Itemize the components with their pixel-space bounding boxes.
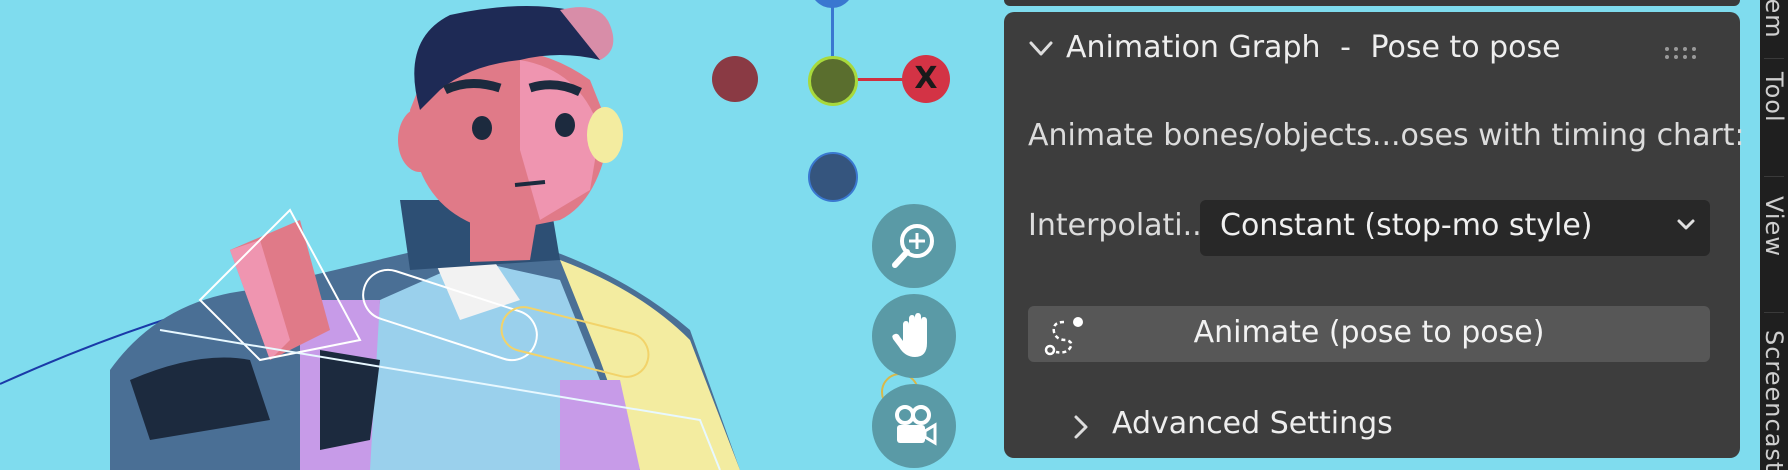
advanced-settings-toggle[interactable]: Advanced Settings — [1072, 400, 1472, 450]
previous-panel-edge — [1004, 0, 1740, 6]
tab-view-label: View — [1760, 196, 1788, 257]
animate-button-label: Animate (pose to pose) — [1193, 315, 1545, 350]
z-axis-line — [831, 0, 834, 62]
tab-tool-label: Tool — [1760, 72, 1788, 123]
interpolation-label: Interpolati... — [1028, 208, 1212, 243]
tab-divider — [1764, 58, 1784, 59]
panel-gap — [1740, 0, 1760, 470]
y-axis-ball[interactable] — [808, 56, 858, 106]
interpolation-dropdown[interactable]: Constant (stop-mo style) — [1200, 200, 1710, 256]
camera-button[interactable] — [872, 384, 956, 468]
tab-divider — [1764, 312, 1784, 313]
camera-icon — [895, 405, 937, 446]
advanced-settings-label: Advanced Settings — [1112, 406, 1393, 441]
tab-tool[interactable]: Tool — [1760, 72, 1788, 162]
chevron-down-icon — [1677, 219, 1695, 230]
3d-viewport[interactable]: X — [0, 0, 1000, 470]
z-neg-axis-ball[interactable] — [808, 152, 858, 202]
panel-title: Animation Graph - Pose to pose — [1066, 30, 1561, 65]
zoom-icon — [892, 224, 934, 268]
x-axis-label: X — [914, 61, 938, 96]
drag-handle-icon[interactable] — [1664, 46, 1700, 60]
tab-screencast[interactable]: Screencast — [1760, 330, 1788, 470]
tab-item-label: Item — [1760, 0, 1788, 39]
pan-button[interactable] — [872, 294, 956, 378]
animation-graph-panel: Animation Graph - Pose to pose Animate b… — [1004, 12, 1745, 458]
panel-title-separator: - — [1340, 30, 1351, 65]
tab-divider — [1764, 176, 1784, 177]
panel-header[interactable]: Animation Graph - Pose to pose — [1004, 12, 1740, 86]
tab-view[interactable]: View — [1760, 196, 1788, 292]
animate-pose-to-pose-button[interactable]: Animate (pose to pose) — [1028, 306, 1710, 362]
panel-description: Animate bones/objects...oses with timing… — [1028, 118, 1745, 153]
sidebar-tabs: Item Tool View Screencast — [1760, 0, 1788, 470]
x-axis-line — [855, 78, 907, 81]
chevron-down-icon[interactable] — [1028, 40, 1054, 58]
x-neg-axis-ball[interactable] — [712, 56, 758, 102]
tab-screencast-label: Screencast — [1760, 330, 1788, 470]
tab-item[interactable]: Item — [1760, 0, 1788, 40]
panel-title-sub: Pose to pose — [1370, 30, 1561, 65]
interpolation-value: Constant (stop-mo style) — [1220, 208, 1593, 243]
zoom-button[interactable] — [872, 204, 956, 288]
chevron-right-icon — [1074, 415, 1088, 439]
panel-title-main: Animation Graph — [1066, 30, 1321, 65]
hand-pan-icon — [892, 313, 927, 357]
x-axis-ball[interactable]: X — [902, 55, 950, 103]
